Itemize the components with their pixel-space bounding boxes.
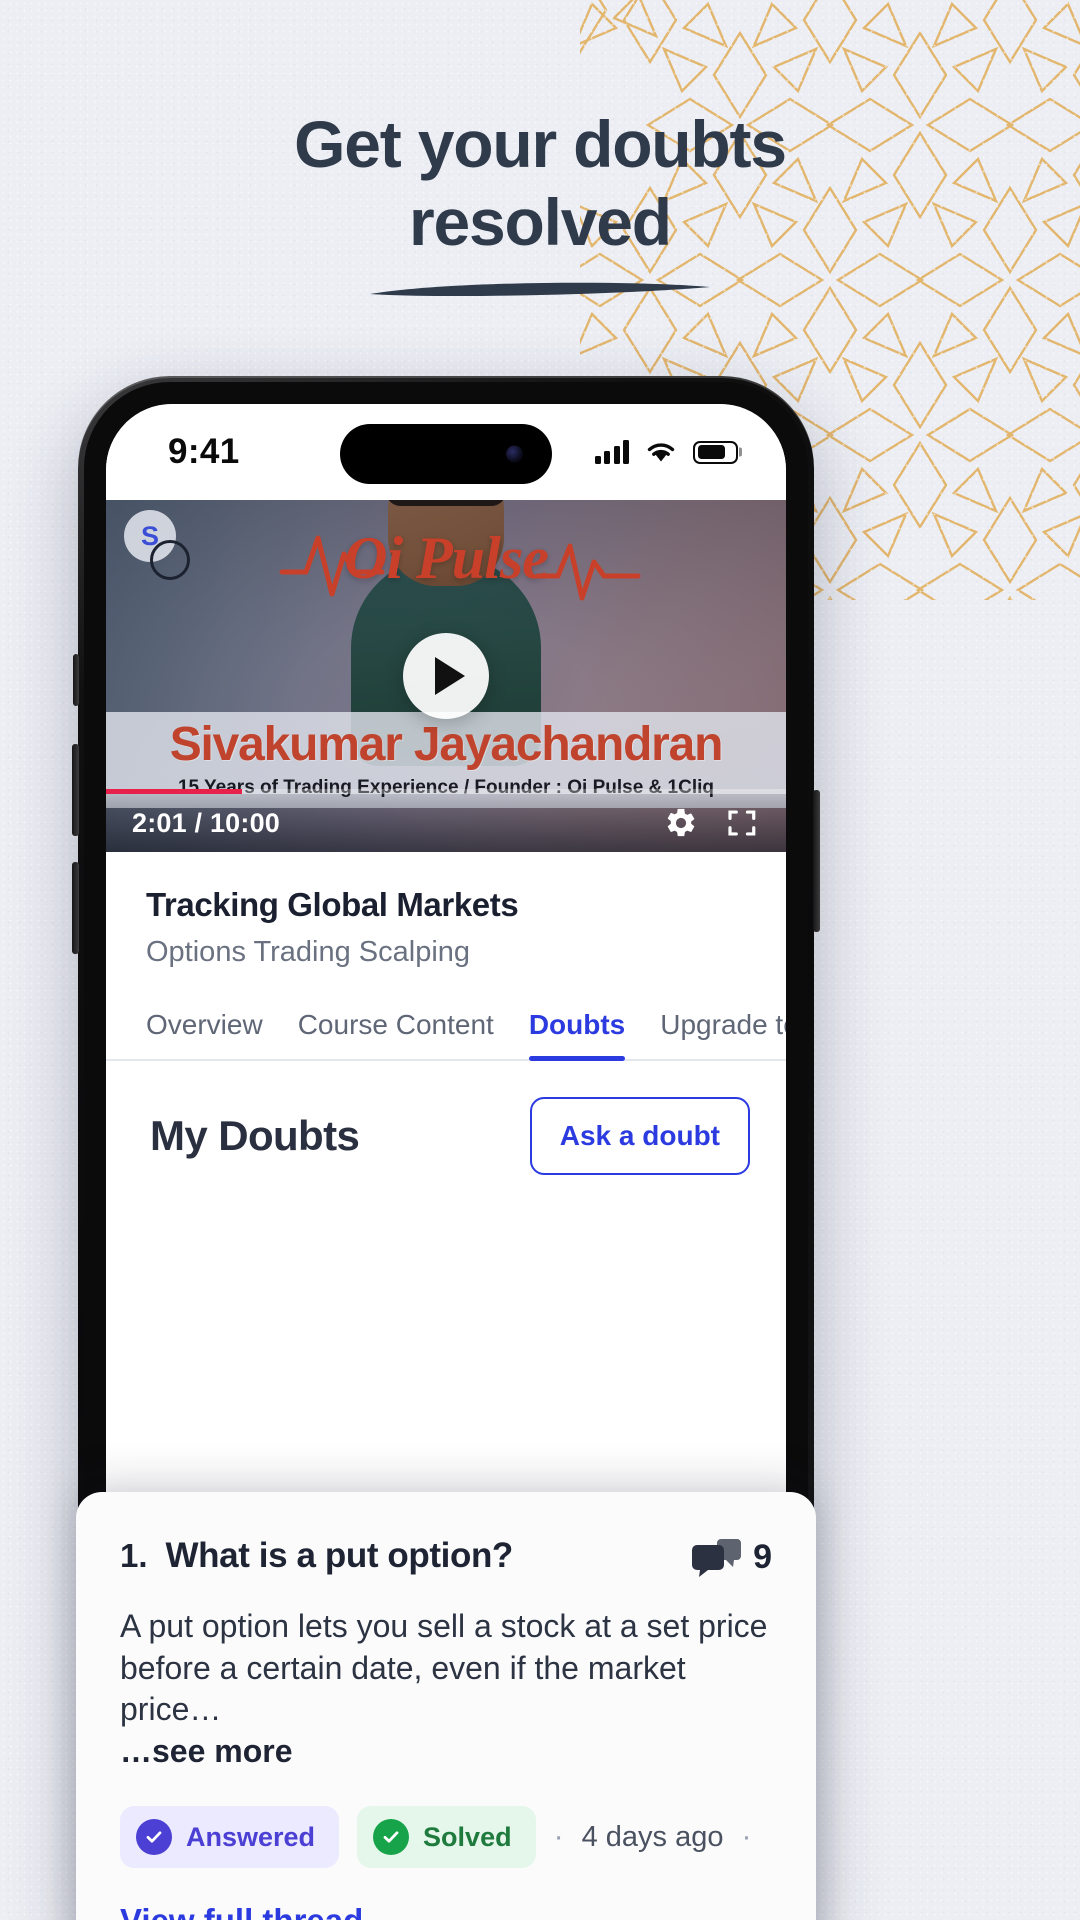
headline-line-1: Get your doubts xyxy=(294,107,787,181)
check-circle-icon xyxy=(373,1819,410,1855)
status-answered-label: Answered xyxy=(186,1821,316,1852)
tab-upgrade-to-pro[interactable]: Upgrade to PRO xyxy=(660,1009,786,1059)
tab-overview[interactable]: Overview xyxy=(146,1009,263,1059)
doubts-header: My Doubts Ask a doubt xyxy=(106,1061,786,1175)
play-icon xyxy=(435,657,465,695)
course-title: Tracking Global Markets xyxy=(146,886,519,923)
comment-count-value: 9 xyxy=(753,1537,772,1576)
view-full-thread-link[interactable]: View full thread xyxy=(120,1902,363,1920)
wifi-icon xyxy=(647,443,675,462)
video-control-buttons xyxy=(664,806,758,840)
dynamic-island xyxy=(340,424,552,484)
phone-silent-switch xyxy=(73,654,79,706)
doubt-comment-count[interactable]: 9 xyxy=(691,1536,772,1578)
see-more-label[interactable]: …see more xyxy=(120,1733,772,1770)
tab-doubts[interactable]: Doubts xyxy=(528,1009,626,1061)
doubts-section-title: My Doubts xyxy=(150,1112,360,1159)
doubt-answer-text: A put option lets you sell a stock at a … xyxy=(120,1608,768,1728)
phone-mockup: 9:41 Oi Pulse S Sivakumar Jayachandran 1… xyxy=(72,376,820,1920)
comment-bubbles-icon xyxy=(692,1539,742,1578)
battery-icon xyxy=(693,440,738,464)
video-player[interactable]: Oi Pulse S Sivakumar Jayachandran 15 Yea… xyxy=(106,500,786,852)
status-indicators xyxy=(594,439,738,465)
status-badge-solved: Solved xyxy=(357,1806,536,1868)
ask-a-doubt-button[interactable]: Ask a doubt xyxy=(529,1097,750,1175)
doubt-meta-row: Answered Solved · 4 days ago · xyxy=(120,1806,772,1868)
doubt-question-row: 1. What is a put option? xyxy=(120,1536,513,1576)
pulse-waveform-icon xyxy=(279,535,641,601)
play-button[interactable] xyxy=(403,633,489,719)
course-subtitle: Options Trading Scalping xyxy=(146,936,471,968)
tab-bar: Overview Course Content Doubts Upgrade t… xyxy=(106,969,786,1061)
check-circle-icon xyxy=(136,1819,172,1855)
video-controls-bar: 2:01 / 10:00 xyxy=(106,794,786,852)
video-time-display: 2:01 / 10:00 xyxy=(132,807,280,838)
doubt-card-header: 1. What is a put option? 9 xyxy=(120,1536,772,1578)
meta-separator-2: · xyxy=(741,1820,752,1853)
gear-icon[interactable] xyxy=(664,806,698,840)
front-camera-icon xyxy=(506,445,523,463)
status-badge-answered: Answered xyxy=(120,1806,340,1868)
doubt-question: What is a put option? xyxy=(165,1536,514,1576)
doubt-timestamp: 4 days ago xyxy=(581,1820,724,1853)
fullscreen-icon[interactable] xyxy=(726,807,758,839)
status-time: 9:41 xyxy=(168,432,240,471)
underline-swoosh-decoration xyxy=(370,282,710,297)
watermark-ring-icon xyxy=(150,540,190,580)
page-title: Get your doubts resolved xyxy=(0,106,1080,262)
cellular-signal-icon xyxy=(594,440,629,464)
phone-volume-up-button xyxy=(72,744,79,836)
phone-power-button xyxy=(813,790,820,932)
tab-course-content[interactable]: Course Content xyxy=(298,1009,494,1059)
headline-line-2: resolved xyxy=(409,184,672,259)
speaker-name: Sivakumar Jayachandran xyxy=(169,718,724,771)
phone-volume-down-button xyxy=(72,862,79,954)
meta-separator-1: · xyxy=(553,1820,564,1853)
course-info: Tracking Global Markets Options Trading … xyxy=(106,852,786,969)
status-bar: 9:41 xyxy=(106,404,786,500)
doubt-card: 1. What is a put option? 9 A put option … xyxy=(76,1492,816,1920)
doubt-number: 1. xyxy=(120,1537,148,1575)
status-solved-label: Solved xyxy=(423,1821,512,1852)
